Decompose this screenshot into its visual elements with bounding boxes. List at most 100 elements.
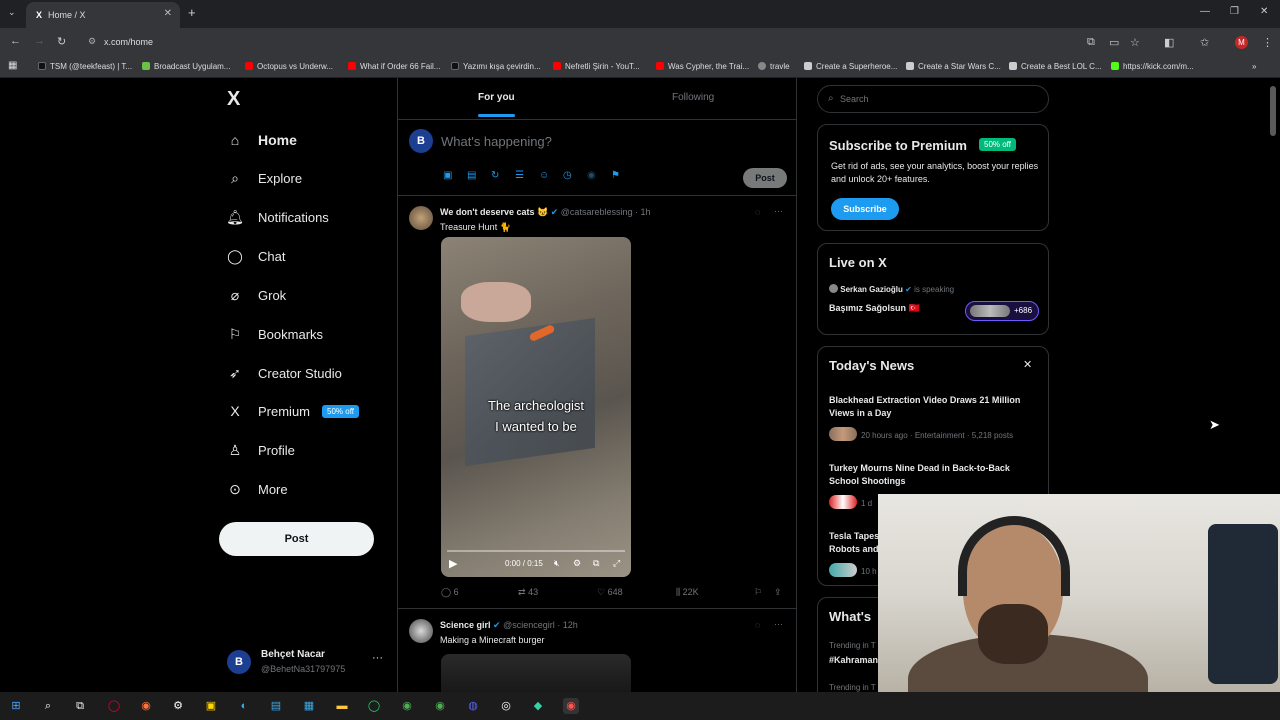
- chrome-icon[interactable]: ◉: [563, 698, 579, 714]
- notes-icon[interactable]: ▣: [203, 698, 219, 714]
- sidebar-item-home[interactable]: ⌂ Home: [226, 128, 297, 152]
- location-icon[interactable]: ◉: [587, 170, 596, 181]
- composer-post-button[interactable]: Post: [743, 168, 787, 188]
- bookmark-star-icon[interactable]: ☆: [1130, 36, 1140, 49]
- listeners-pill[interactable]: +686: [965, 301, 1039, 321]
- more-dots-icon[interactable]: ···: [372, 652, 383, 664]
- bookmark-item[interactable]: travle: [758, 62, 790, 71]
- apps-icon[interactable]: ▦: [8, 60, 17, 71]
- video-progress-bar[interactable]: [447, 550, 625, 552]
- avatar[interactable]: [409, 206, 433, 230]
- bookmark-item[interactable]: What if Order 66 Fail...: [348, 62, 440, 71]
- tweet-author-handle[interactable]: @catsareblessing: [561, 207, 633, 217]
- bookmark-item[interactable]: TSM (@teekfeast) | T...: [38, 62, 132, 71]
- search-icon[interactable]: ⌕: [40, 698, 56, 714]
- tweet-time[interactable]: · 1h: [635, 207, 651, 217]
- bookmark-item[interactable]: Octopus vs Underw...: [245, 62, 333, 71]
- flag-icon[interactable]: ⚑: [611, 170, 620, 181]
- bookmark-button[interactable]: ⚐: [754, 587, 762, 598]
- like-button[interactable]: ♡ 648: [597, 587, 623, 598]
- poll-icon[interactable]: ☰: [515, 170, 524, 181]
- settings-icon[interactable]: ⚙: [573, 558, 581, 569]
- tweet-video[interactable]: The archeologist I wanted to be ▶ 0:00 /…: [441, 237, 631, 577]
- bookmark-item[interactable]: Create a Star Wars C...: [906, 62, 1001, 71]
- back-icon[interactable]: ←: [10, 35, 21, 47]
- url-field[interactable]: ⚙ x.com/home: [80, 32, 1080, 52]
- play-icon[interactable]: ▶: [449, 557, 457, 570]
- close-tab-icon[interactable]: ✕: [164, 8, 172, 19]
- profile-avatar[interactable]: M: [1235, 36, 1248, 49]
- firefox-icon[interactable]: ◉: [138, 698, 154, 714]
- views-button[interactable]: ⫼ 22K: [676, 587, 699, 598]
- cast-icon[interactable]: ▭: [1109, 36, 1119, 49]
- new-tab-icon[interactable]: +: [188, 5, 196, 20]
- gif-icon[interactable]: ▤: [467, 170, 476, 181]
- site-info-icon[interactable]: ⚙: [88, 36, 96, 47]
- tweet-author-name[interactable]: Science girl: [440, 620, 491, 630]
- tab-search-icon[interactable]: ⌄: [8, 7, 16, 18]
- news-item-title[interactable]: Blackhead Extraction Video Draws 21 Mill…: [829, 394, 1041, 420]
- tweet-author-handle[interactable]: @sciencegirl: [503, 620, 555, 630]
- extensions-icon[interactable]: ◧: [1164, 36, 1174, 49]
- app-icon[interactable]: ▤: [268, 698, 284, 714]
- translate-icon[interactable]: ⧉: [1087, 36, 1095, 49]
- bookmark-item[interactable]: Was Cypher, the Trai...: [656, 62, 749, 71]
- tab-following[interactable]: Following: [672, 92, 714, 103]
- page-scrollbar[interactable]: [1270, 86, 1276, 136]
- window-close-icon[interactable]: ✕: [1260, 6, 1268, 17]
- menu-icon[interactable]: ⋮: [1262, 36, 1273, 49]
- tweet-time[interactable]: · 12h: [557, 620, 578, 630]
- tweet-video[interactable]: [441, 654, 631, 692]
- bookmark-item[interactable]: Create a Superheroe...: [804, 62, 897, 71]
- opera-icon[interactable]: ◯: [106, 698, 122, 714]
- emoji-icon[interactable]: ☺: [539, 170, 549, 181]
- app-icon[interactable]: ◎: [498, 698, 514, 714]
- bookmark-item[interactable]: Yazımı kışa çevirdin...: [451, 62, 541, 71]
- sidebar-item-more[interactable]: ⊙ More: [226, 477, 288, 501]
- app-icon[interactable]: ⚙: [170, 698, 186, 714]
- tweet[interactable]: Science girl ✔ @sciencegirl · 12h ◌ ··· …: [398, 609, 796, 692]
- search-input[interactable]: ⌕ Search: [817, 85, 1049, 113]
- post-button[interactable]: Post: [219, 522, 374, 556]
- bookmark-item[interactable]: Create a Best LOL C...: [1009, 62, 1102, 71]
- task-view-icon[interactable]: ⧉: [72, 698, 88, 714]
- app-icon[interactable]: ◆: [530, 698, 546, 714]
- favorites-icon[interactable]: ✩: [1200, 36, 1209, 49]
- browser-tab[interactable]: X Home / X ✕: [26, 2, 180, 28]
- mute-icon[interactable]: 🔇︎: [554, 558, 560, 569]
- news-item-title[interactable]: Turkey Mourns Nine Dead in Back-to-Back …: [829, 462, 1041, 488]
- sidebar-item-premium[interactable]: X Premium 50% off: [226, 399, 359, 423]
- grok-icon[interactable]: ◌: [755, 207, 760, 217]
- more-dots-icon[interactable]: ···: [774, 206, 783, 216]
- avatar[interactable]: [409, 619, 433, 643]
- grok-image-icon[interactable]: ↻: [491, 170, 499, 181]
- sidebar-item-explore[interactable]: ⌕ Explore: [226, 166, 302, 190]
- tab-for-you[interactable]: For you: [478, 92, 515, 117]
- store-icon[interactable]: ▦: [301, 698, 317, 714]
- bookmark-item[interactable]: Nefretli Şirin - YouT...: [553, 62, 640, 71]
- repost-button[interactable]: ⇄ 43: [518, 587, 538, 598]
- file-explorer-icon[interactable]: ▬: [334, 698, 350, 714]
- minimize-icon[interactable]: —: [1200, 6, 1210, 17]
- whatsapp-icon[interactable]: ◯: [366, 698, 382, 714]
- tweet-author-name[interactable]: We don't deserve cats 😼: [440, 207, 548, 217]
- sidebar-item-grok[interactable]: ⌀ Grok: [226, 283, 286, 307]
- chrome-icon[interactable]: ◉: [432, 698, 448, 714]
- sidebar-item-notifications[interactable]: 🔔︎ Notifications: [226, 205, 329, 229]
- reload-icon[interactable]: ↻: [57, 35, 66, 48]
- chrome-icon[interactable]: ◉: [399, 698, 415, 714]
- grok-icon[interactable]: ◌: [755, 620, 760, 630]
- sidebar-item-profile[interactable]: ♙ Profile: [226, 438, 295, 462]
- live-card[interactable]: Live on X Serkan Gazioğlu ✔ is speaking …: [817, 243, 1049, 335]
- sidebar-item-bookmarks[interactable]: ⚐ Bookmarks: [226, 322, 323, 346]
- share-icon[interactable]: ⇪: [774, 587, 782, 598]
- discord-icon[interactable]: ◍: [465, 698, 481, 714]
- bookmark-item[interactable]: https://kick.com/m...: [1111, 62, 1194, 71]
- sidebar-item-chat[interactable]: ◯ Chat: [226, 244, 285, 268]
- subscribe-button[interactable]: Subscribe: [831, 198, 899, 220]
- reply-button[interactable]: ◯ 6: [441, 587, 459, 598]
- more-bookmarks-icon[interactable]: »: [1252, 62, 1256, 71]
- close-icon[interactable]: ✕: [1023, 358, 1032, 371]
- restore-icon[interactable]: ❐: [1230, 6, 1239, 17]
- pip-icon[interactable]: ⧉: [593, 558, 599, 569]
